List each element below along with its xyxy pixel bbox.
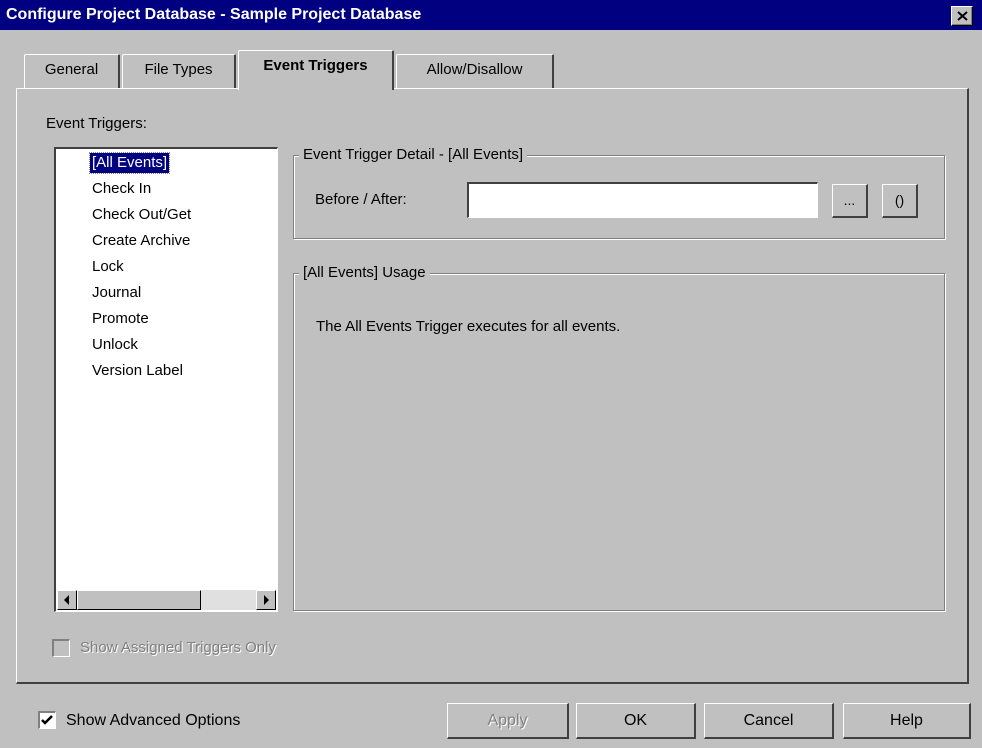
arrow-right-icon bbox=[264, 595, 269, 605]
arrow-left-icon bbox=[64, 595, 69, 605]
scroll-right-button[interactable] bbox=[256, 590, 276, 610]
show-assigned-only-label: Show Assigned Triggers Only bbox=[80, 639, 276, 656]
browse-button[interactable]: ... bbox=[832, 184, 868, 218]
parameters-button-label: () bbox=[894, 192, 905, 208]
tab-label: General bbox=[44, 61, 99, 78]
window-title: Configure Project Database - Sample Proj… bbox=[6, 6, 422, 23]
checkmark-icon bbox=[41, 715, 53, 725]
list-item-all-events[interactable]: [All Events] bbox=[88, 152, 171, 174]
event-trigger-detail-legend: Event Trigger Detail - [All Events] bbox=[299, 146, 528, 163]
ok-button-label: OK bbox=[623, 712, 648, 729]
ok-button[interactable]: OK bbox=[576, 703, 696, 739]
list-item-promote[interactable]: Promote bbox=[90, 309, 151, 329]
tab-label: Event Triggers bbox=[263, 57, 368, 74]
list-item-version-label[interactable]: Version Label bbox=[90, 361, 185, 381]
horizontal-scrollbar[interactable] bbox=[57, 590, 276, 610]
cancel-button-label: Cancel bbox=[743, 712, 794, 729]
event-triggers-label: Event Triggers: bbox=[46, 115, 147, 132]
tab-file-types[interactable]: File Types bbox=[122, 54, 236, 88]
show-assigned-only-checkbox[interactable] bbox=[52, 639, 70, 657]
close-icon bbox=[957, 11, 968, 21]
list-item-check-in[interactable]: Check In bbox=[90, 179, 153, 199]
title-bar: Configure Project Database - Sample Proj… bbox=[0, 0, 982, 30]
cancel-button[interactable]: Cancel bbox=[704, 703, 834, 739]
tab-allow-disallow[interactable]: Allow/Disallow bbox=[396, 54, 554, 88]
scrollbar-thumb[interactable] bbox=[77, 590, 201, 610]
tab-label: Allow/Disallow bbox=[426, 61, 523, 78]
before-after-label: Before / After: bbox=[315, 191, 407, 208]
show-advanced-options-label: Show Advanced Options bbox=[66, 712, 241, 729]
event-triggers-list[interactable]: [All Events] Check In Check Out/Get Crea… bbox=[54, 147, 278, 612]
close-button[interactable] bbox=[951, 6, 973, 26]
scroll-left-button[interactable] bbox=[57, 590, 77, 610]
browse-button-label: ... bbox=[843, 192, 856, 208]
tab-event-triggers[interactable]: Event Triggers bbox=[238, 50, 394, 90]
apply-button[interactable]: Apply bbox=[447, 703, 569, 739]
usage-legend: [All Events] Usage bbox=[299, 264, 430, 281]
help-button[interactable]: Help bbox=[843, 703, 971, 739]
list-item-unlock[interactable]: Unlock bbox=[90, 335, 140, 355]
usage-text: The All Events Trigger executes for all … bbox=[316, 318, 621, 335]
list-item-create-archive[interactable]: Create Archive bbox=[90, 231, 192, 251]
help-button-label: Help bbox=[890, 712, 923, 729]
tab-general[interactable]: General bbox=[24, 54, 120, 88]
apply-button-label: Apply bbox=[487, 712, 528, 729]
list-item-check-out-get[interactable]: Check Out/Get bbox=[90, 205, 193, 225]
show-advanced-options-checkbox[interactable] bbox=[38, 711, 56, 729]
parameters-button[interactable]: () bbox=[882, 184, 918, 218]
before-after-input[interactable] bbox=[467, 182, 818, 218]
list-item-lock[interactable]: Lock bbox=[90, 257, 126, 277]
tab-label: File Types bbox=[144, 61, 213, 78]
list-item-journal[interactable]: Journal bbox=[90, 283, 143, 303]
